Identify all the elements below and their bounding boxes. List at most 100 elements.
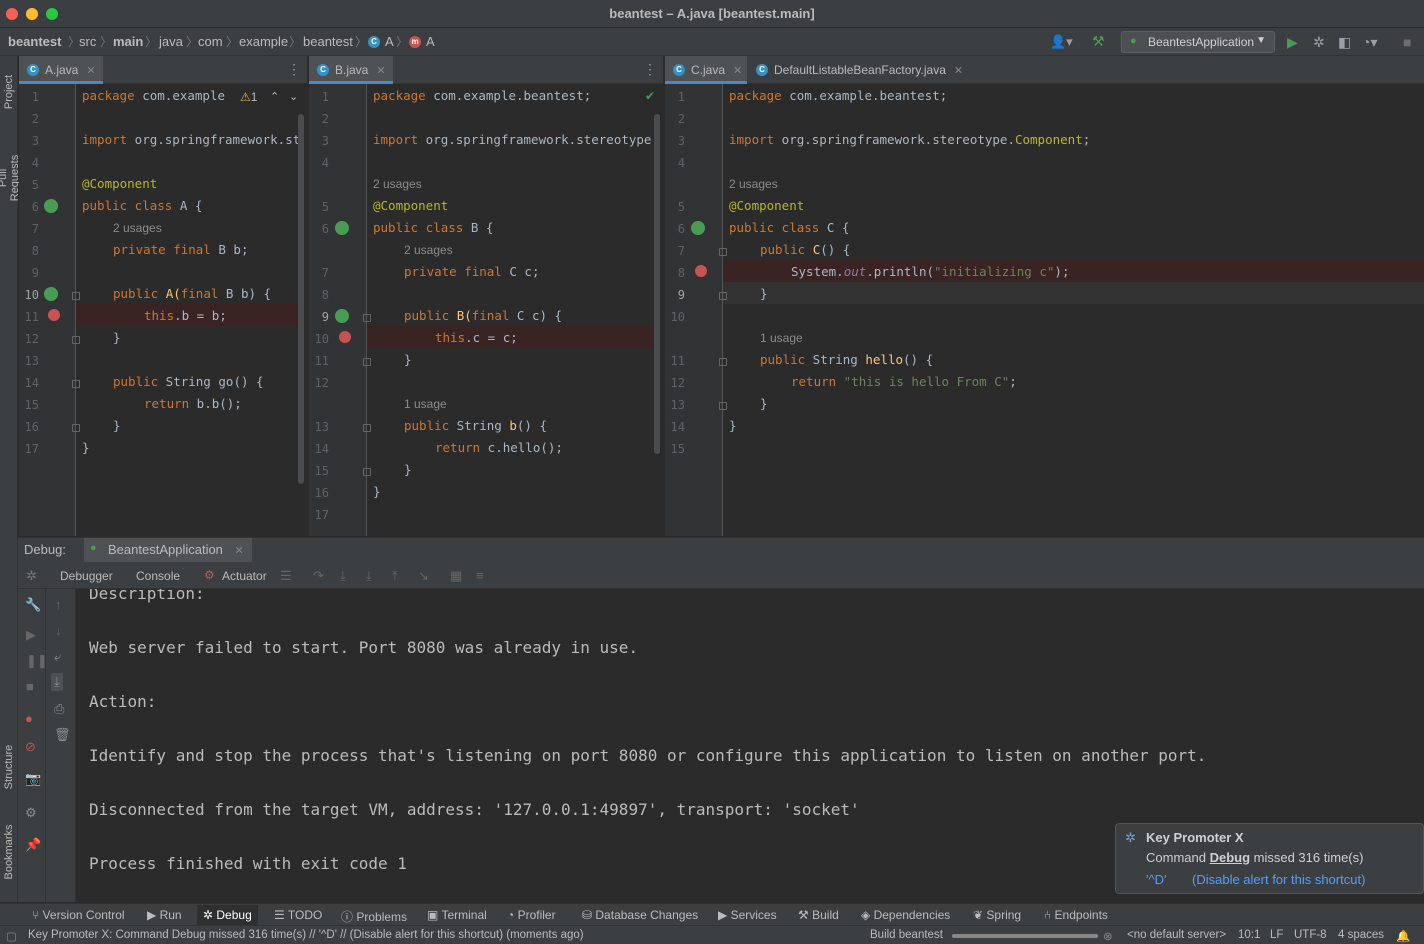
line-number[interactable]: 13 <box>665 398 685 412</box>
code-line[interactable]: return c.hello(); <box>435 437 563 459</box>
code-line[interactable]: this.c = c; <box>435 327 518 349</box>
line-number[interactable]: 14 <box>665 420 685 434</box>
camera-icon[interactable]: 📷 <box>25 771 41 787</box>
code-line[interactable]: private final B b; <box>113 239 248 261</box>
chevron-down-icon[interactable]: ⌄ <box>289 90 298 103</box>
code-line[interactable]: public class A { <box>82 195 202 217</box>
line-number[interactable]: 4 <box>19 156 39 170</box>
usages-hint[interactable]: 2 usages <box>404 239 453 261</box>
mute-breakpoints-icon[interactable]: ⊘ <box>25 739 36 755</box>
profiler-icon[interactable]: ◔▾ <box>1362 34 1377 51</box>
spring-bean-icon[interactable] <box>335 221 349 235</box>
line-number[interactable]: 9 <box>19 266 39 280</box>
coverage-icon[interactable]: ◧ <box>1338 34 1351 51</box>
line-number[interactable]: 1 <box>665 90 685 104</box>
line-number[interactable]: 13 <box>309 420 329 434</box>
code-line[interactable]: public class C { <box>729 217 849 239</box>
tool-build[interactable]: ⚒ Build <box>798 908 839 922</box>
code-line[interactable]: package com.example.beantest; <box>729 85 947 107</box>
line-number[interactable]: 6 <box>19 200 39 214</box>
line-number[interactable]: 15 <box>309 464 329 478</box>
code-line[interactable]: } <box>82 437 90 459</box>
pull-requests-tool-button[interactable]: Pull Requests <box>0 145 21 211</box>
line-number[interactable]: 14 <box>19 376 39 390</box>
code-line[interactable]: public B(final C c) { <box>404 305 562 327</box>
tool-spring[interactable]: ❦ Spring <box>973 908 1021 922</box>
arrow-up-icon[interactable]: ↑ <box>55 597 62 612</box>
structure-tool-button[interactable]: Structure <box>3 734 15 800</box>
line-number[interactable]: 15 <box>19 398 39 412</box>
breadcrumb-java[interactable]: java <box>159 34 183 49</box>
notifications-icon[interactable]: 🔔 <box>1396 929 1410 943</box>
trace-icon[interactable]: ≡ <box>476 568 484 583</box>
line-number[interactable]: 11 <box>19 310 39 324</box>
code-line[interactable]: return b.b(); <box>144 393 242 415</box>
project-tool-button[interactable]: Project <box>3 59 15 125</box>
breakpoint-icon[interactable] <box>339 331 351 343</box>
tool-dependencies[interactable]: ◈ Dependencies <box>861 908 950 922</box>
indent-setting[interactable]: 4 spaces <box>1338 929 1384 941</box>
code-line[interactable]: } <box>113 327 121 349</box>
code-line[interactable]: import org.springframework.stereotype <box>373 129 651 151</box>
user-icon[interactable]: 👤▾ <box>1050 34 1073 50</box>
code-line[interactable]: private final C c; <box>404 261 539 283</box>
close-tab-icon[interactable]: ✕ <box>235 545 244 557</box>
close-tab-icon[interactable]: ✕ <box>733 65 742 77</box>
line-number[interactable]: 15 <box>665 442 685 456</box>
line-number[interactable]: 11 <box>309 354 329 368</box>
more-options-icon[interactable]: ⋮ <box>287 61 301 78</box>
line-number[interactable]: 14 <box>309 442 329 456</box>
build-hammer-icon[interactable]: ⚒ <box>1092 33 1105 50</box>
line-number[interactable]: 8 <box>19 244 39 258</box>
panel-toggle-icon[interactable]: ▢ <box>6 929 17 943</box>
line-number[interactable]: 3 <box>665 134 685 148</box>
line-number[interactable]: 6 <box>309 222 329 236</box>
code-line[interactable]: } <box>404 459 412 481</box>
tab-debugger[interactable]: Debugger <box>60 569 113 583</box>
line-number[interactable]: 2 <box>19 112 39 126</box>
tool-todo[interactable]: ☰ TODO <box>274 908 322 922</box>
fold-icon[interactable] <box>363 314 371 322</box>
menu-icon[interactable]: ☰ <box>280 568 292 584</box>
line-number[interactable]: 17 <box>309 508 329 522</box>
soft-wrap-icon[interactable]: ⤶ <box>54 649 61 665</box>
step-into-icon[interactable]: ⤓ <box>340 568 346 584</box>
scrollbar[interactable] <box>298 114 304 484</box>
line-separator[interactable]: LF <box>1270 929 1283 941</box>
line-number[interactable]: 4 <box>665 156 685 170</box>
settings-gear-icon[interactable]: ⚙ <box>25 805 37 821</box>
code-line[interactable]: System.out.println("initializing c"); <box>791 261 1069 283</box>
file-encoding[interactable]: UTF-8 <box>1294 929 1327 941</box>
debug-session-tab[interactable]: ● BeantestApplication ✕ <box>84 538 252 563</box>
line-number[interactable]: 16 <box>19 420 39 434</box>
step-out-icon[interactable]: ⤒ <box>392 568 398 584</box>
fold-icon[interactable] <box>719 292 727 300</box>
line-number[interactable]: 3 <box>19 134 39 148</box>
code-line[interactable]: @Component <box>729 195 804 217</box>
code-line[interactable]: } <box>113 415 121 437</box>
breadcrumb-example[interactable]: example <box>239 34 288 49</box>
breadcrumb-src[interactable]: src <box>79 34 96 49</box>
shortcut-link[interactable]: '^D' <box>1146 872 1166 887</box>
wrench-icon[interactable]: 🔧 <box>25 597 41 613</box>
tool-run[interactable]: ▶ Run <box>147 908 182 922</box>
line-number[interactable]: 9 <box>309 310 329 324</box>
bookmarks-tool-button[interactable]: Bookmarks <box>3 819 15 885</box>
view-breakpoints-icon[interactable]: ● <box>25 711 33 726</box>
bug-icon[interactable]: ✲ <box>26 568 37 584</box>
arrow-down-icon[interactable]: ↓ <box>55 623 62 638</box>
tab-c-java[interactable]: C C.java ✕ <box>665 56 747 84</box>
line-number[interactable]: 8 <box>309 288 329 302</box>
fold-icon[interactable] <box>719 402 727 410</box>
fold-icon[interactable] <box>72 424 80 432</box>
code-line[interactable]: public C() { <box>760 239 850 261</box>
pin-icon[interactable]: 📌 <box>25 837 41 853</box>
breadcrumb-constructor-a[interactable]: A <box>426 34 435 49</box>
more-options-icon[interactable]: ⋮ <box>643 61 657 78</box>
code-line[interactable]: package com.example.beantest; <box>373 85 591 107</box>
tool-database-changes[interactable]: ⛁ Database Changes <box>582 908 698 922</box>
cursor-position[interactable]: 10:1 <box>1238 929 1260 941</box>
code-line[interactable]: } <box>760 283 768 305</box>
build-status[interactable]: Build beantest <box>870 929 943 941</box>
cancel-build-icon[interactable]: ⊗ <box>1103 929 1113 943</box>
